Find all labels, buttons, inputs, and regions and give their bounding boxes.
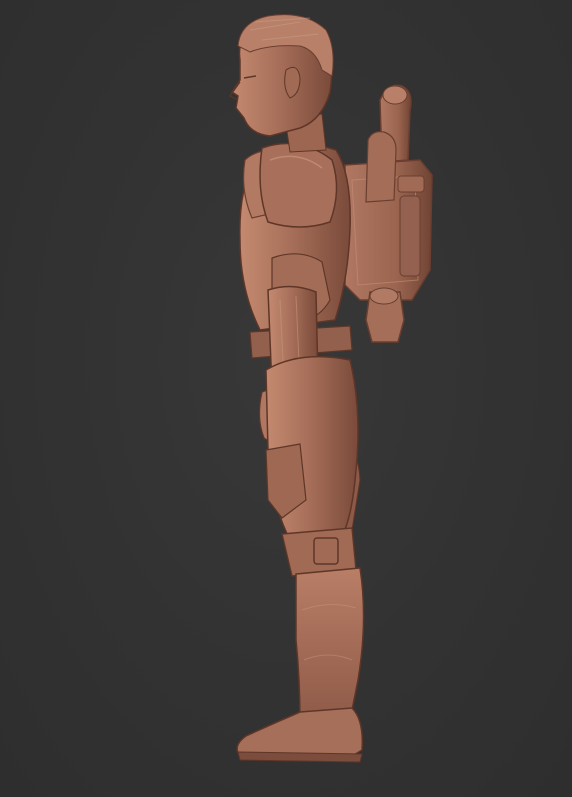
front-leg <box>236 355 365 763</box>
viewport-background <box>0 0 572 797</box>
sculpt-figure <box>229 14 433 763</box>
jetpack <box>344 84 433 343</box>
head <box>229 14 334 153</box>
